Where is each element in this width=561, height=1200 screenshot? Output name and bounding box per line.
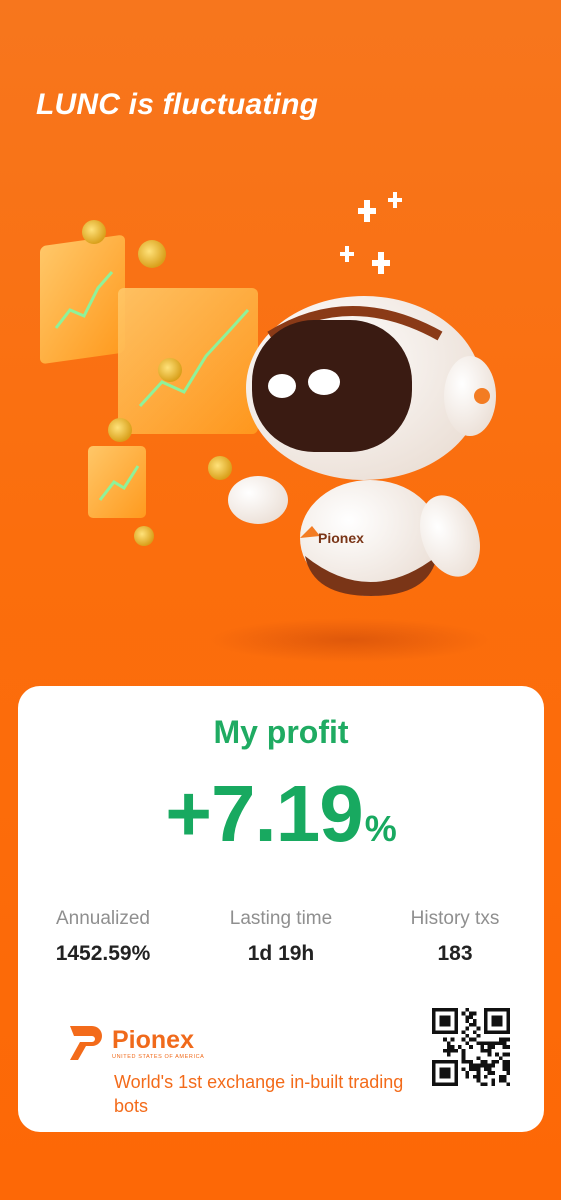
stat-label: History txs bbox=[410, 908, 500, 929]
stat-value: 183 bbox=[437, 942, 473, 965]
robot-mascot: Pionex bbox=[228, 296, 496, 596]
sparkle-icons bbox=[340, 192, 402, 274]
mascot-badge-text: Pionex bbox=[318, 530, 364, 546]
headline: LUNC is fluctuating bbox=[36, 88, 319, 121]
stat-lasting-time: Lasting time 1d 19h bbox=[196, 908, 366, 966]
stat-annualized: Annualized 1452.59% bbox=[18, 908, 188, 966]
pionex-logo-icon bbox=[70, 1026, 102, 1060]
tagline: World's 1st exchange in-built trading bo… bbox=[114, 1072, 404, 1116]
profit-value: +7.19% bbox=[18, 768, 544, 860]
profit-label: My profit bbox=[213, 714, 349, 750]
brand-name: Pionex bbox=[112, 1026, 194, 1054]
pionex-brand: Pionex UNITED STATES OF AMERICA bbox=[66, 1018, 286, 1066]
stat-label: Lasting time bbox=[229, 908, 333, 929]
stat-value: 1452.59% bbox=[55, 942, 151, 965]
stat-label: Annualized bbox=[55, 908, 151, 929]
stat-history-txs: History txs 183 bbox=[370, 908, 540, 966]
stat-value: 1d 19h bbox=[247, 942, 315, 965]
qr-code bbox=[432, 1008, 510, 1086]
profit-number: +7.19 bbox=[165, 769, 363, 858]
profit-card: My profit +7.19% Annualized 1452.59% Las… bbox=[18, 686, 544, 1132]
brand-subtitle: UNITED STATES OF AMERICA bbox=[112, 1054, 205, 1060]
stats-row: Annualized 1452.59% Lasting time 1d 19h … bbox=[18, 908, 544, 998]
profit-unit: % bbox=[364, 808, 397, 849]
robot-mascot-illustration: Pionex bbox=[40, 192, 496, 662]
